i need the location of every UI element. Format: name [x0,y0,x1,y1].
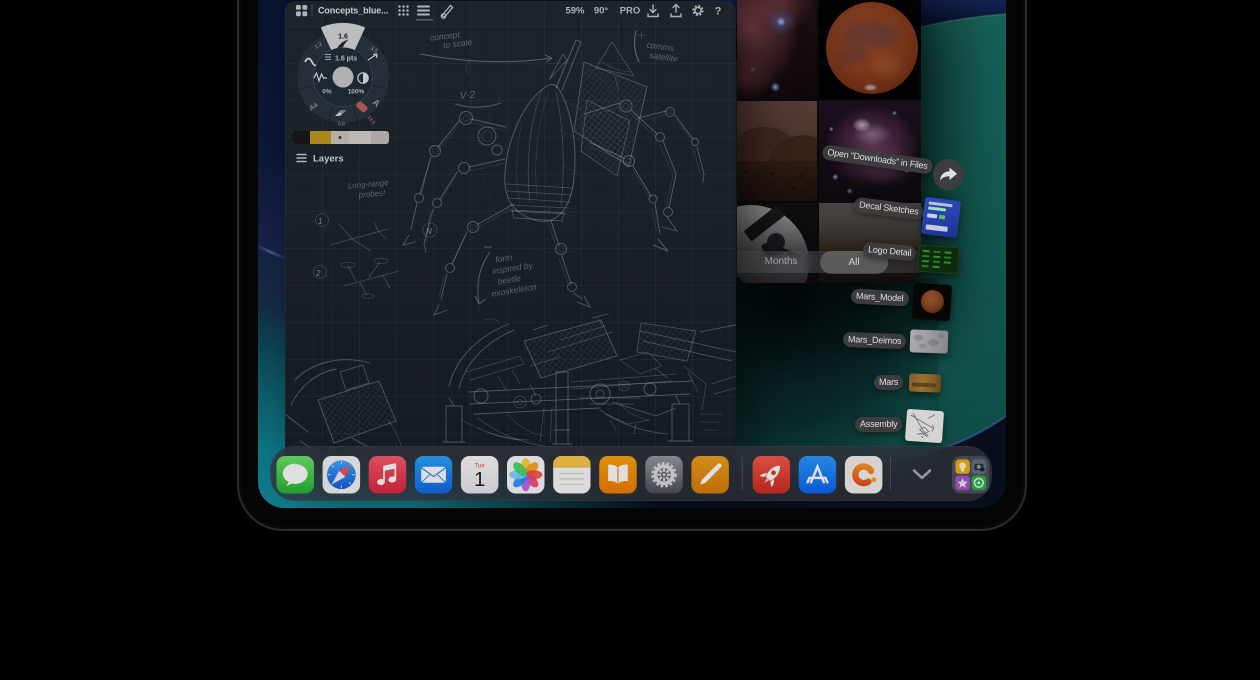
svg-text:1: 1 [474,469,485,491]
